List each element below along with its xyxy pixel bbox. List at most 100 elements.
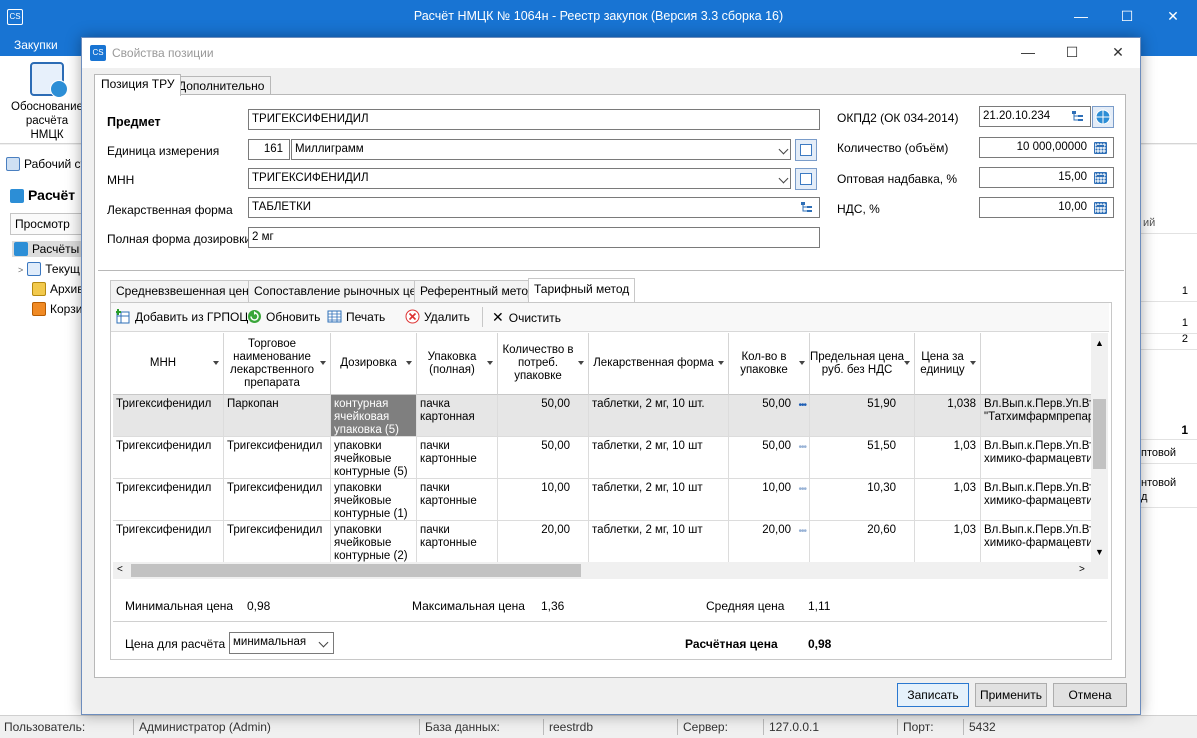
grid-cell[interactable]: таблетки, 2 мг, 10 шт — [589, 437, 729, 479]
mnn-select[interactable]: ТРИГЕКСИФЕНИДИЛ — [248, 168, 791, 189]
grid-cell[interactable]: 50,00 ••• — [729, 437, 810, 479]
dialog-minimize-icon[interactable]: — — [1008, 42, 1048, 64]
grid-cell[interactable]: пачки картонные — [417, 479, 498, 521]
price-for-calc-select[interactable]: минимальная — [229, 632, 334, 654]
grid-cell[interactable]: 50,00 — [498, 437, 589, 479]
save-button[interactable]: Записать — [897, 683, 969, 707]
form-input[interactable]: ТАБЛЕТКИ — [248, 197, 820, 218]
horizontal-scrollbar[interactable]: < > — [113, 562, 1091, 579]
scroll-left-icon[interactable]: < — [117, 564, 123, 575]
grid-cell[interactable]: Вл.Вып.к.Перв.Уп.Втохимико-фармацевтиче — [981, 437, 1093, 479]
tab-reference-method[interactable]: Референтный метод — [414, 280, 541, 302]
horizontal-scroll-thumb[interactable] — [131, 564, 581, 577]
tab-additional[interactable]: Дополнительно — [171, 76, 272, 96]
col-header-unit-price[interactable]: Цена за единицу — [915, 333, 981, 395]
markup-input[interactable]: 15,00 — [979, 167, 1114, 188]
grid-cell[interactable]: пачка картонная — [417, 395, 498, 437]
ellipsis-button-icon[interactable]: ••• — [798, 483, 806, 496]
grid-cell[interactable]: 50,00 ••• — [729, 395, 810, 437]
grid-cell[interactable]: 1,038 — [915, 395, 981, 437]
col-header-max-price[interactable]: Предельная цена руб. без НДС — [810, 333, 915, 395]
apply-button[interactable]: Применить — [975, 683, 1047, 707]
col-header-extra[interactable] — [981, 333, 1093, 395]
grid-cell[interactable]: 51,90 — [810, 395, 915, 437]
grid-cell[interactable]: пачки картонные — [417, 437, 498, 479]
qty-input[interactable]: 10 000,00000 — [979, 137, 1114, 158]
grid-cell[interactable]: 10,30 — [810, 479, 915, 521]
add-from-grpots-button[interactable]: Добавить из ГРПОЦ — [116, 309, 248, 324]
mnn-select-button[interactable] — [795, 168, 817, 190]
okpd-input[interactable]: 21.20.10.234 — [979, 106, 1091, 127]
tree-item-archive[interactable]: Архив — [32, 282, 84, 296]
okpd-lookup-button[interactable] — [1092, 106, 1114, 128]
tree-select-icon[interactable] — [801, 202, 813, 213]
grid-cell[interactable]: упаковки ячейковые контурные (2) — [331, 521, 417, 563]
tree-item-trash[interactable]: Корзи — [32, 302, 82, 316]
tab-tariff-method[interactable]: Тарифный метод — [528, 278, 636, 302]
grid-cell[interactable]: Тригексифенидил — [224, 521, 331, 563]
grid-cell[interactable]: 1,03 — [915, 521, 981, 563]
grid-cell[interactable]: Тригексифенидил — [113, 521, 224, 563]
tab-position[interactable]: Позиция ТРУ — [94, 74, 182, 96]
grid-cell[interactable]: контурная ячейковая упаковка (5) — [331, 395, 417, 437]
col-header-package[interactable]: Упаковка (полная) — [417, 333, 498, 395]
subject-input[interactable]: ТРИГЕКСИФЕНИДИЛ — [248, 109, 820, 130]
col-header-mnn[interactable]: МНН — [113, 333, 224, 395]
col-header-trade-name[interactable]: Торговое наименование лекарственного пре… — [224, 333, 331, 395]
close-icon[interactable]: ✕ — [1150, 0, 1196, 34]
grid-cell[interactable]: Тригексифенидил — [224, 437, 331, 479]
tab-market-comparison[interactable]: Сопоставление рыночных цен — [248, 280, 429, 302]
grid-cell[interactable]: Вл.Вып.к.Перв.Уп.Вто"Татхимфармпрепарат — [981, 395, 1093, 437]
vertical-scroll-thumb[interactable] — [1093, 399, 1106, 469]
dialog-close-icon[interactable]: ✕ — [1098, 42, 1138, 64]
ellipsis-button-icon[interactable]: ••• — [798, 441, 806, 454]
unit-code-input[interactable]: 161 — [248, 139, 290, 160]
unit-select[interactable]: Миллиграмм — [291, 139, 791, 160]
justification-button[interactable]: Обоснование расчёта НМЦК — [10, 62, 84, 142]
grid-cell[interactable]: пачки картонные — [417, 521, 498, 563]
ellipsis-button-icon[interactable]: ••• — [798, 399, 806, 412]
scroll-right-icon[interactable]: > — [1079, 564, 1085, 575]
calculator-icon[interactable] — [1094, 202, 1107, 214]
grid-cell[interactable]: Тригексифенидил — [113, 395, 224, 437]
unit-select-button[interactable] — [795, 139, 817, 161]
grid-cell[interactable]: Тригексифенидил — [113, 479, 224, 521]
grid-cell[interactable]: таблетки, 2 мг, 10 шт — [589, 521, 729, 563]
grid-cell[interactable]: 20,00 — [498, 521, 589, 563]
workspace-tab[interactable]: Рабочий ст — [6, 157, 86, 171]
refresh-button[interactable]: Обновить — [247, 309, 320, 324]
scroll-up-icon[interactable]: ▲ — [1095, 338, 1104, 348]
tree-root[interactable]: Расчёты — [12, 241, 82, 257]
grid-cell[interactable]: 1,03 — [915, 479, 981, 521]
grid-cell[interactable]: Вл.Вып.к.Перв.Уп.Втохимико-фармацевтиче — [981, 521, 1093, 563]
grid-cell[interactable]: Тригексифенидил — [113, 437, 224, 479]
grid-cell[interactable]: 20,60 — [810, 521, 915, 563]
tree-item-current[interactable]: > Текущ — [18, 262, 80, 276]
scroll-down-icon[interactable]: ▼ — [1095, 547, 1104, 557]
tab-weighted-average[interactable]: Средневзвешенная цена — [110, 280, 262, 302]
col-header-qty-consumer[interactable]: Количество в потреб. упаковке — [498, 333, 589, 395]
maximize-icon[interactable]: ☐ — [1104, 0, 1150, 34]
grid-cell[interactable]: 1,03 — [915, 437, 981, 479]
grid-cell[interactable]: таблетки, 2 мг, 10 шт. — [589, 395, 729, 437]
grid-cell[interactable]: 20,00 ••• — [729, 521, 810, 563]
cancel-button[interactable]: Отмена — [1053, 683, 1127, 707]
grid-cell[interactable]: Паркопан — [224, 395, 331, 437]
grid-cell[interactable]: 10,00 — [498, 479, 589, 521]
dosage-input[interactable]: 2 мг — [248, 227, 820, 248]
delete-button[interactable]: Удалить — [405, 309, 470, 324]
view-button[interactable]: Просмотр — [10, 213, 82, 235]
ellipsis-button-icon[interactable]: ••• — [798, 525, 806, 538]
tree-select-icon[interactable] — [1072, 111, 1084, 122]
grid-cell[interactable]: 51,50 — [810, 437, 915, 479]
col-header-dosage-form[interactable]: Лекарственная форма — [589, 333, 729, 395]
clear-button[interactable]: ✕ Очистить — [492, 309, 561, 326]
calculator-icon[interactable] — [1094, 172, 1107, 184]
vertical-scrollbar[interactable]: ▲ ▼ — [1091, 333, 1108, 579]
ribbon-tab-zakupki[interactable]: Закупки — [14, 38, 58, 52]
grid-cell[interactable]: 10,00 ••• — [729, 479, 810, 521]
minimize-icon[interactable]: — — [1058, 0, 1104, 34]
grid-cell[interactable]: упаковки ячейковые контурные (5) — [331, 437, 417, 479]
grid-cell[interactable]: Вл.Вып.к.Перв.Уп.Втохимико-фармацевтиче — [981, 479, 1093, 521]
calculator-icon[interactable] — [1094, 142, 1107, 154]
